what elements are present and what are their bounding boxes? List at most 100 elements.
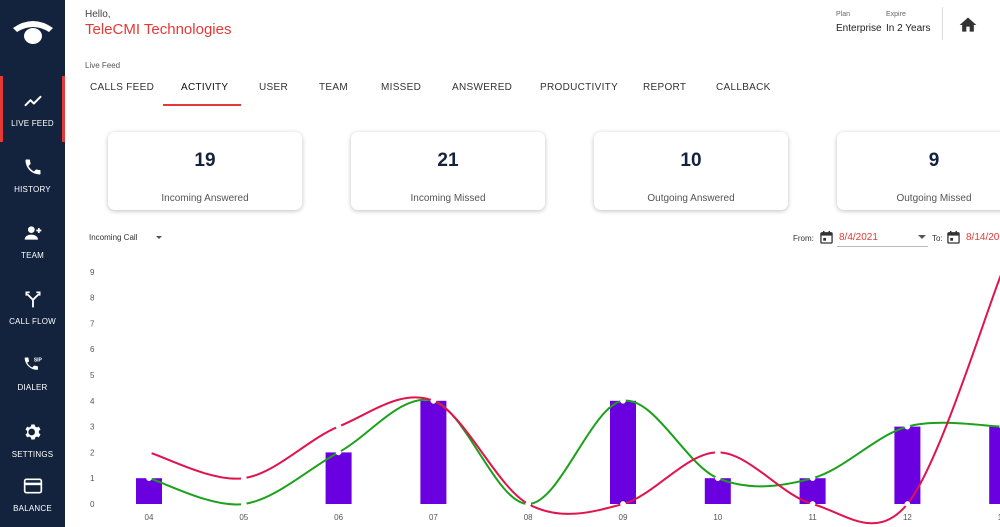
data-point <box>240 475 247 482</box>
y-tick-label: 2 <box>90 448 95 457</box>
x-tick-label: 09 <box>619 513 628 522</box>
calendar-icon[interactable] <box>947 230 960 244</box>
from-date-underline <box>837 246 928 247</box>
y-tick-label: 6 <box>90 345 95 354</box>
stat-card-outgoing-missed: 9 Outgoing Missed <box>837 132 1000 210</box>
x-tick-label: 08 <box>524 513 533 522</box>
sidebar-item-call-flow[interactable]: CALL FLOW <box>0 274 65 340</box>
bar <box>325 452 352 504</box>
active-tab-indicator <box>163 104 241 106</box>
stat-card-incoming-answered: 19 Incoming Answered <box>108 132 302 210</box>
expire-value: In 2 Years <box>886 23 931 34</box>
svg-text:SIP: SIP <box>33 357 42 363</box>
call-split-icon <box>25 291 40 307</box>
to-label: To: <box>932 234 943 243</box>
call-type-select[interactable]: Incoming Call <box>89 233 137 242</box>
home-button[interactable] <box>958 15 978 35</box>
sidebar-item-label: BALANCE <box>13 503 52 513</box>
stat-value: 10 <box>680 150 702 171</box>
section-label: Live Feed <box>85 61 121 70</box>
y-tick-label: 4 <box>90 397 95 406</box>
sidebar-item-balance[interactable]: BALANCE <box>0 461 65 527</box>
tab-answered[interactable]: ANSWERED <box>452 82 512 93</box>
bar <box>420 400 447 504</box>
tab-missed[interactable]: MISSED <box>381 82 421 93</box>
sidebar-item-team[interactable]: TEAM <box>0 208 65 274</box>
chevron-down-icon[interactable] <box>918 235 926 239</box>
logo-icon <box>12 21 53 44</box>
x-tick-label: 05 <box>239 513 248 522</box>
tab-callback[interactable]: CALLBACK <box>716 82 771 93</box>
data-point <box>714 449 721 456</box>
gear-icon <box>25 424 40 439</box>
telecmi-logo[interactable] <box>0 0 65 62</box>
data-point <box>714 475 721 482</box>
series-line <box>148 398 1000 506</box>
sidebar-item-label: LIVE FEED <box>11 118 54 128</box>
home-icon <box>959 17 977 32</box>
data-point <box>809 501 816 507</box>
data-point <box>240 501 247 507</box>
tab-activity[interactable]: ACTIVITY <box>181 82 228 93</box>
data-point <box>146 449 152 456</box>
sidebar-item-label: DIALER <box>17 382 48 392</box>
x-tick-label: 11 <box>808 513 817 522</box>
sip-phone-icon: SIP <box>24 357 42 370</box>
x-tick-label: 10 <box>713 513 722 522</box>
plan-value: Enterprise <box>836 23 882 34</box>
bar <box>610 400 636 504</box>
y-tick-label: 0 <box>90 500 95 509</box>
calendar-icon[interactable] <box>820 230 833 244</box>
y-tick-label: 8 <box>90 294 95 303</box>
stat-value: 21 <box>437 150 459 171</box>
tab-calls-feed[interactable]: CALLS FEED <box>90 82 154 93</box>
tab-user[interactable]: USER <box>259 82 288 93</box>
sidebar: LIVE FEED HISTORY TEAM CALL FLOW SIP DIA… <box>0 0 65 527</box>
y-tick-label: 1 <box>90 474 95 483</box>
tab-team[interactable]: TEAM <box>319 82 348 93</box>
data-point <box>620 501 626 507</box>
y-tick-label: 7 <box>90 319 95 328</box>
sidebar-item-label: SETTINGS <box>11 449 54 459</box>
stat-card-incoming-missed: 21 Incoming Missed <box>351 132 545 210</box>
app-root: LIVE FEED HISTORY TEAM CALL FLOW SIP DIA… <box>0 0 1000 527</box>
person-add-icon <box>24 225 41 240</box>
series-line <box>148 274 1000 525</box>
stat-label: Outgoing Answered <box>647 193 735 204</box>
tab-report[interactable]: REPORT <box>643 82 686 93</box>
to-date-input[interactable]: 8/14/2021 <box>966 232 1000 243</box>
sidebar-item-dialer[interactable]: SIP DIALER <box>0 340 65 406</box>
sidebar-item-live-feed[interactable]: LIVE FEED <box>0 76 65 142</box>
data-point <box>146 475 152 482</box>
y-tick-label: 9 <box>90 268 95 277</box>
sidebar-item-history[interactable]: HISTORY <box>0 142 65 208</box>
stat-value: 9 <box>928 150 940 171</box>
data-point <box>335 449 342 456</box>
header-divider <box>942 7 943 40</box>
phone-icon <box>25 159 40 174</box>
from-date-input[interactable]: 8/4/2021 <box>839 232 878 243</box>
x-tick-label: 06 <box>334 513 343 522</box>
data-point <box>904 501 911 507</box>
trending-up-icon <box>24 95 41 106</box>
plan-label: Plan <box>836 11 851 18</box>
sidebar-item-label: CALL FLOW <box>9 316 56 326</box>
stat-label: Outgoing Missed <box>896 193 972 204</box>
company-name: TeleCMI Technologies <box>85 21 232 38</box>
sidebar-item-label: TEAM <box>20 250 45 260</box>
y-tick-label: 3 <box>90 423 95 432</box>
stat-value: 19 <box>194 150 216 171</box>
x-tick-label: 12 <box>903 513 912 522</box>
data-point <box>525 501 532 507</box>
from-label: From: <box>793 234 814 243</box>
data-point <box>430 397 437 404</box>
tab-productivity[interactable]: PRODUCTIVITY <box>540 82 618 93</box>
data-point <box>335 423 342 430</box>
credit-card-icon <box>23 478 42 493</box>
greeting: Hello, <box>85 9 111 20</box>
sidebar-item-label: HISTORY <box>14 184 51 194</box>
x-tick-label: 07 <box>429 513 438 522</box>
chevron-down-icon <box>156 236 162 239</box>
data-point <box>620 397 626 404</box>
expire-label: Expire <box>886 11 906 18</box>
